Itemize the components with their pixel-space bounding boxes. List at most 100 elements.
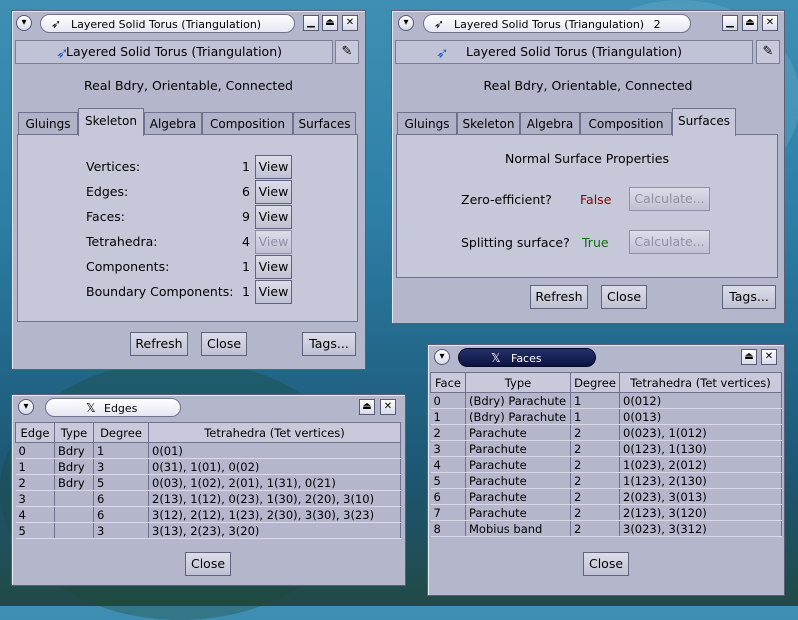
- table-cell: 0(03), 1(02), 2(01), 1(31), 0(21): [148, 474, 401, 491]
- surfaces-panel: Normal Surface Properties Zero-efficient…: [396, 134, 778, 278]
- table-cell: Bdry: [54, 442, 94, 459]
- tab-gluings[interactable]: Gluings: [397, 112, 457, 134]
- window-menu-button[interactable]: ▾: [398, 15, 414, 31]
- title-bar[interactable]: ▾ ➶ Layered Solid Torus (Triangulation) …: [12, 11, 365, 37]
- pin-button[interactable]: ✎: [756, 40, 780, 64]
- view-vertices-button[interactable]: View: [255, 155, 292, 179]
- column-header[interactable]: Edge: [15, 422, 55, 443]
- tab-algebra[interactable]: Algebra: [144, 112, 202, 134]
- table-cell: 1: [93, 442, 149, 459]
- refresh-button[interactable]: Refresh: [130, 332, 188, 356]
- table-cell: 2: [570, 520, 620, 537]
- edge-row[interactable]: 0 Bdry 1 0(01): [15, 442, 401, 459]
- calculate-zero-efficient-button[interactable]: Calculate...: [629, 187, 710, 211]
- window-title[interactable]: 𝕏 Faces: [458, 348, 596, 367]
- window-title[interactable]: ➶ Layered Solid Torus (Triangulation): [40, 14, 295, 33]
- view-edges-button[interactable]: View: [255, 180, 292, 204]
- close-button-footer[interactable]: Close: [583, 552, 629, 576]
- edges-table: Edge Type Degree Tetrahedra (Tet vertice…: [15, 422, 401, 539]
- column-header[interactable]: Tetrahedra (Tet vertices): [148, 422, 401, 443]
- title-bar[interactable]: ▾ 𝕏 Edges ⏏ ✕: [12, 395, 405, 421]
- face-row[interactable]: 0 (Bdry) Parachute 1 0(012): [430, 392, 782, 409]
- window-title[interactable]: ➶ Layered Solid Torus (Triangulation) 2: [423, 14, 691, 33]
- column-header[interactable]: Type: [465, 372, 571, 393]
- view-boundary-components-button[interactable]: View: [255, 280, 292, 304]
- face-row[interactable]: 2 Parachute 2 0(023), 1(012): [430, 424, 782, 441]
- regina-bird-icon: ➶: [56, 44, 69, 62]
- close-button-footer[interactable]: Close: [601, 285, 647, 309]
- tags-button[interactable]: Tags...: [722, 285, 776, 309]
- vertices-label: Vertices:: [86, 159, 141, 174]
- tags-button[interactable]: Tags...: [302, 332, 356, 356]
- view-components-button[interactable]: View: [255, 255, 292, 279]
- face-row[interactable]: 8 Mobius band 2 3(023), 3(312): [430, 520, 782, 537]
- face-row[interactable]: 7 Parachute 2 2(123), 3(120): [430, 504, 782, 521]
- title-bar[interactable]: ▾ 𝕏 Faces ⏏ ✕: [428, 345, 784, 371]
- minimize-button[interactable]: ▁: [303, 15, 319, 31]
- tab-surfaces[interactable]: Surfaces: [293, 112, 356, 134]
- table-cell: 3: [93, 458, 149, 475]
- tetrahedra-count: 4: [242, 234, 250, 249]
- tab-composition[interactable]: Composition: [202, 112, 293, 134]
- title-bar[interactable]: ▾ ➶ Layered Solid Torus (Triangulation) …: [392, 11, 784, 37]
- close-button[interactable]: ✕: [761, 349, 777, 365]
- window-menu-button[interactable]: ▾: [434, 349, 450, 365]
- column-header[interactable]: Tetrahedra (Tet vertices): [619, 372, 782, 393]
- table-cell: 1(023), 2(012): [619, 456, 782, 473]
- tab-algebra[interactable]: Algebra: [520, 112, 580, 134]
- close-button-footer[interactable]: Close: [201, 332, 247, 356]
- view-faces-button[interactable]: View: [255, 205, 292, 229]
- components-label: Components:: [86, 259, 170, 274]
- edge-row[interactable]: 1 Bdry 3 0(31), 1(01), 0(02): [15, 458, 401, 475]
- window-menu-button[interactable]: ▾: [18, 399, 34, 415]
- pin-button[interactable]: ✎: [335, 40, 359, 64]
- tab-skeleton[interactable]: Skeleton: [457, 112, 520, 134]
- maximize-button[interactable]: ⏏: [359, 399, 375, 415]
- close-button-footer[interactable]: Close: [185, 552, 231, 576]
- table-cell: 2: [570, 472, 620, 489]
- maximize-button[interactable]: ⏏: [741, 349, 757, 365]
- window-menu-button[interactable]: ▾: [16, 15, 32, 31]
- maximize-button[interactable]: ⏏: [742, 15, 758, 31]
- close-button[interactable]: ✕: [380, 399, 396, 415]
- tab-bar: Gluings Skeleton Algebra Composition Sur…: [18, 108, 358, 136]
- close-button[interactable]: ✕: [342, 15, 358, 31]
- edge-row[interactable]: 3 6 2(13), 1(12), 0(23), 1(30), 2(20), 3(1…: [15, 490, 401, 507]
- tab-composition[interactable]: Composition: [580, 112, 672, 134]
- edge-row[interactable]: 2 Bdry 5 0(03), 1(02), 2(01), 1(31), 0(21): [15, 474, 401, 491]
- packet-header: ➶ Layered Solid Torus (Triangulation): [15, 40, 333, 64]
- face-row[interactable]: 5 Parachute 2 1(123), 2(130): [430, 472, 782, 489]
- table-cell: 0: [15, 442, 55, 459]
- column-header[interactable]: Degree: [93, 422, 149, 443]
- column-header[interactable]: Type: [54, 422, 94, 443]
- column-header[interactable]: Degree: [570, 372, 620, 393]
- splitting-surface-label: Splitting surface?: [461, 235, 570, 250]
- maximize-button[interactable]: ⏏: [322, 15, 338, 31]
- window-title[interactable]: 𝕏 Edges: [45, 398, 181, 417]
- window-title-text: Faces: [511, 352, 542, 365]
- column-header[interactable]: Face: [430, 372, 466, 393]
- tab-gluings[interactable]: Gluings: [18, 112, 78, 134]
- face-row[interactable]: 1 (Bdry) Parachute 1 0(013): [430, 408, 782, 425]
- calculate-splitting-surface-button[interactable]: Calculate...: [629, 230, 710, 254]
- pin-icon: ✎: [762, 44, 774, 59]
- edge-row[interactable]: 5 3 3(13), 2(23), 3(20): [15, 522, 401, 539]
- edge-row[interactable]: 4 6 3(12), 2(12), 1(23), 2(30), 3(30), 3(2…: [15, 506, 401, 523]
- tab-surfaces[interactable]: Surfaces: [672, 108, 736, 136]
- view-tetrahedra-button[interactable]: View: [255, 230, 292, 254]
- table-cell: 2(123), 3(120): [619, 504, 782, 521]
- table-cell: Mobius band: [465, 520, 571, 537]
- tab-skeleton[interactable]: Skeleton: [78, 108, 144, 136]
- splitting-surface-value: True: [582, 235, 609, 250]
- face-row[interactable]: 3 Parachute 2 0(123), 1(130): [430, 440, 782, 457]
- close-button[interactable]: ✕: [762, 15, 778, 31]
- face-row[interactable]: 6 Parachute 2 2(023), 3(013): [430, 488, 782, 505]
- window-title-text: Layered Solid Torus (Triangulation): [454, 18, 645, 31]
- window-title-text: Layered Solid Torus (Triangulation): [71, 18, 262, 31]
- table-cell: 3: [93, 522, 149, 539]
- table-cell: 0(01): [148, 442, 401, 459]
- minimize-button[interactable]: ▁: [722, 15, 738, 31]
- face-row[interactable]: 4 Parachute 2 1(023), 2(012): [430, 456, 782, 473]
- refresh-button[interactable]: Refresh: [530, 285, 588, 309]
- table-cell: (Bdry) Parachute: [465, 408, 571, 425]
